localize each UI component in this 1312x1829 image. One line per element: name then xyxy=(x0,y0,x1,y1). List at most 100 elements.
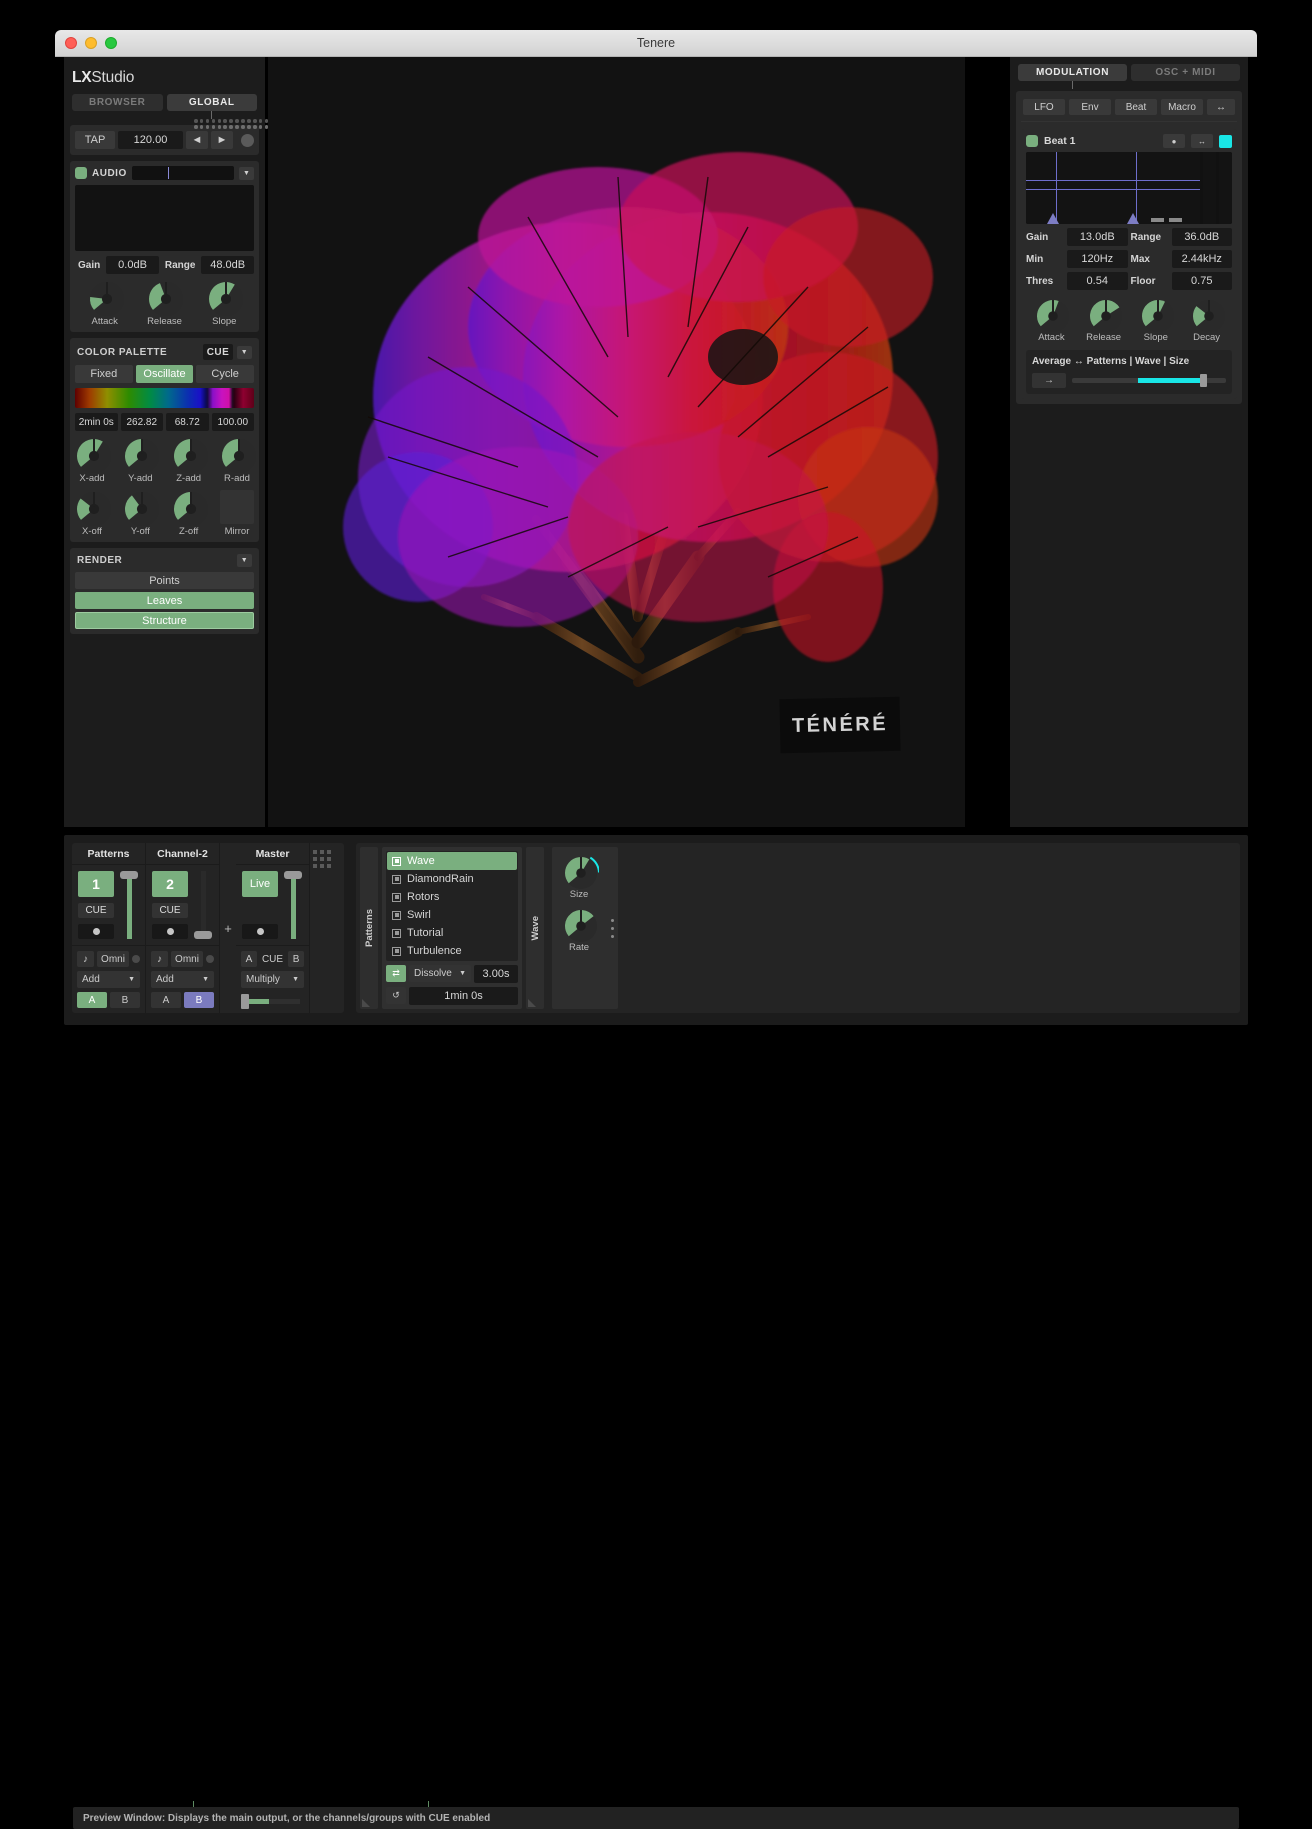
pattern-enable-icon[interactable] xyxy=(392,910,401,920)
channel-title[interactable]: Channel-2 xyxy=(146,843,219,865)
mod-tab-beat[interactable]: Beat xyxy=(1115,99,1157,115)
channel-crossfade-a[interactable]: A xyxy=(151,992,181,1008)
midi-note-icon[interactable]: ♪ xyxy=(151,951,168,967)
master-fader[interactable] xyxy=(284,871,302,939)
mirror-swatch[interactable] xyxy=(219,490,254,524)
knob-decay[interactable]: Decay xyxy=(1191,298,1225,343)
knob-y-off[interactable]: Y-off xyxy=(123,490,160,537)
pattern-list[interactable]: Wave DiamondRain Rotors Swirl Tutorial Turbul… xyxy=(386,851,518,961)
palette-knob-row-1[interactable]: X-add Y-add Z-add R-add xyxy=(75,437,256,484)
palette-cue-button[interactable]: CUE xyxy=(203,344,233,360)
knob-slope[interactable]: Slope xyxy=(1140,298,1174,343)
knob-dial[interactable] xyxy=(88,280,124,316)
tab-global[interactable]: GLOBAL xyxy=(166,94,257,111)
palette-bright-value[interactable]: 100.00 xyxy=(211,413,254,431)
auto-cycle-button[interactable]: ↺ xyxy=(386,987,406,1004)
channel-blend-select[interactable]: Add ▼ xyxy=(151,971,214,988)
knob-z-add[interactable]: Z-add xyxy=(172,437,208,484)
patterns-vertical-tab[interactable]: Patterns xyxy=(360,847,378,1009)
tab-modulation[interactable]: MODULATION xyxy=(1018,64,1127,81)
knob-size[interactable]: Size xyxy=(563,855,599,900)
mod-tab-lfo[interactable]: LFO xyxy=(1023,99,1065,115)
pattern-list-item[interactable]: DiamondRain xyxy=(387,870,517,888)
tap-tempo-button[interactable]: TAP xyxy=(75,131,115,149)
knob-x-off[interactable]: X-off xyxy=(75,490,111,537)
close-icon[interactable] xyxy=(65,37,77,49)
main-tab-bar[interactable]: BROWSER GLOBAL xyxy=(64,87,265,119)
render-option-structure[interactable]: Structure xyxy=(75,612,254,629)
master-b-button[interactable]: B xyxy=(288,951,304,967)
pattern-list-item[interactable]: Swirl xyxy=(387,906,517,924)
master-live-button[interactable]: Live xyxy=(242,871,278,898)
mod-tab-mapping-icon[interactable]: ↔ xyxy=(1207,99,1235,115)
channel-crossfade-b[interactable]: B xyxy=(110,992,140,1008)
knob-slope[interactable]: Slope xyxy=(207,280,244,327)
resize-corner-icon[interactable] xyxy=(528,999,536,1007)
master-cue-label[interactable]: CUE xyxy=(262,954,283,965)
knob-release[interactable]: Release xyxy=(147,280,184,327)
resize-corner-icon[interactable] xyxy=(362,999,370,1007)
channel-strip-patterns[interactable]: Patterns 1 CUE ♪ Omni Add ▼ A B xyxy=(72,843,146,1013)
knob-dial[interactable] xyxy=(75,437,111,473)
audio-enable-toggle[interactable] xyxy=(75,167,87,179)
palette-knob-row-2[interactable]: X-off Y-off Z-off Mirror xyxy=(75,490,254,537)
knob-y-add[interactable]: Y-add xyxy=(123,437,160,484)
knob-dial[interactable] xyxy=(1035,298,1070,332)
palette-sat-value[interactable]: 68.72 xyxy=(166,413,209,431)
tab-browser[interactable]: BROWSER xyxy=(72,94,163,111)
mapping-polarity-button[interactable]: → xyxy=(1032,373,1066,388)
map-icon[interactable]: ↔ xyxy=(1191,134,1213,148)
bpm-field[interactable]: 120.00 xyxy=(118,131,183,149)
chevron-down-icon[interactable]: ▼ xyxy=(239,166,254,180)
beat-range-value[interactable]: 36.0dB xyxy=(1171,228,1232,246)
knob-dial[interactable] xyxy=(172,437,208,473)
knob-dial[interactable] xyxy=(207,280,244,316)
channel-cue-button[interactable]: CUE xyxy=(152,903,188,919)
knob-dial[interactable] xyxy=(123,437,160,473)
beat-knob-row[interactable]: Attack Release Slope Decay xyxy=(1026,298,1232,343)
mixer-grid-button[interactable] xyxy=(310,843,334,1013)
pattern-list-item[interactable]: Rotors xyxy=(387,888,517,906)
mod-tab-env[interactable]: Env xyxy=(1069,99,1111,115)
master-arm-button[interactable] xyxy=(242,924,278,939)
wave-vertical-tab[interactable]: Wave xyxy=(526,847,544,1009)
knob-dial[interactable] xyxy=(1088,298,1122,332)
palette-mode-oscillate[interactable]: Oscillate xyxy=(135,365,194,383)
pattern-list-item[interactable]: Tutorial xyxy=(387,924,517,942)
beat-enable-toggle[interactable] xyxy=(1026,135,1038,147)
midi-channel-select[interactable]: Omni xyxy=(171,951,203,967)
pattern-enable-icon[interactable] xyxy=(392,856,401,866)
pattern-enable-icon[interactable] xyxy=(392,892,401,902)
channel-arm-button[interactable] xyxy=(78,924,114,939)
color-gradient-bar[interactable] xyxy=(75,388,254,408)
transition-time-value[interactable]: 3.00s xyxy=(474,965,518,983)
device-menu-icon[interactable] xyxy=(606,847,618,1009)
knob-dial[interactable] xyxy=(563,908,597,942)
palette-hue-value[interactable]: 262.82 xyxy=(120,413,163,431)
knob-dial[interactable] xyxy=(75,490,111,526)
knob-r-add[interactable]: R-add xyxy=(220,437,256,484)
channel-number-button[interactable]: 2 xyxy=(152,871,188,898)
knob-dial[interactable] xyxy=(123,490,160,526)
palette-mode-selector[interactable]: Fixed Oscillate Cycle xyxy=(75,365,255,383)
transition-enable-button[interactable]: ⇄ xyxy=(386,965,406,982)
render-option-points[interactable]: Points xyxy=(75,572,254,589)
pattern-list-item[interactable]: Turbulence xyxy=(387,942,517,960)
channel-cue-button[interactable]: CUE xyxy=(78,903,114,919)
mapping-depth-slider[interactable] xyxy=(1072,374,1226,387)
pattern-enable-icon[interactable] xyxy=(392,928,401,938)
minimize-icon[interactable] xyxy=(85,37,97,49)
palette-number-row[interactable]: 2min 0s 262.82 68.72 100.00 xyxy=(75,413,254,431)
master-a-button[interactable]: A xyxy=(241,951,257,967)
midi-note-icon[interactable]: ♪ xyxy=(77,951,94,967)
crossfader[interactable] xyxy=(241,994,304,1009)
add-channel-button[interactable]: + xyxy=(220,843,236,1013)
palette-mode-fixed[interactable]: Fixed xyxy=(75,365,133,383)
knob-dial[interactable] xyxy=(220,437,256,473)
audio-knob-row[interactable]: Attack Release Slope xyxy=(75,280,254,327)
transition-mode-select[interactable]: Dissolve ▼ xyxy=(409,965,471,982)
channel-title[interactable]: Patterns xyxy=(72,843,145,865)
channel-crossfade-b[interactable]: B xyxy=(184,992,214,1008)
beat-spectrum-graph[interactable] xyxy=(1026,152,1232,224)
mod-tab-macro[interactable]: Macro xyxy=(1161,99,1203,115)
